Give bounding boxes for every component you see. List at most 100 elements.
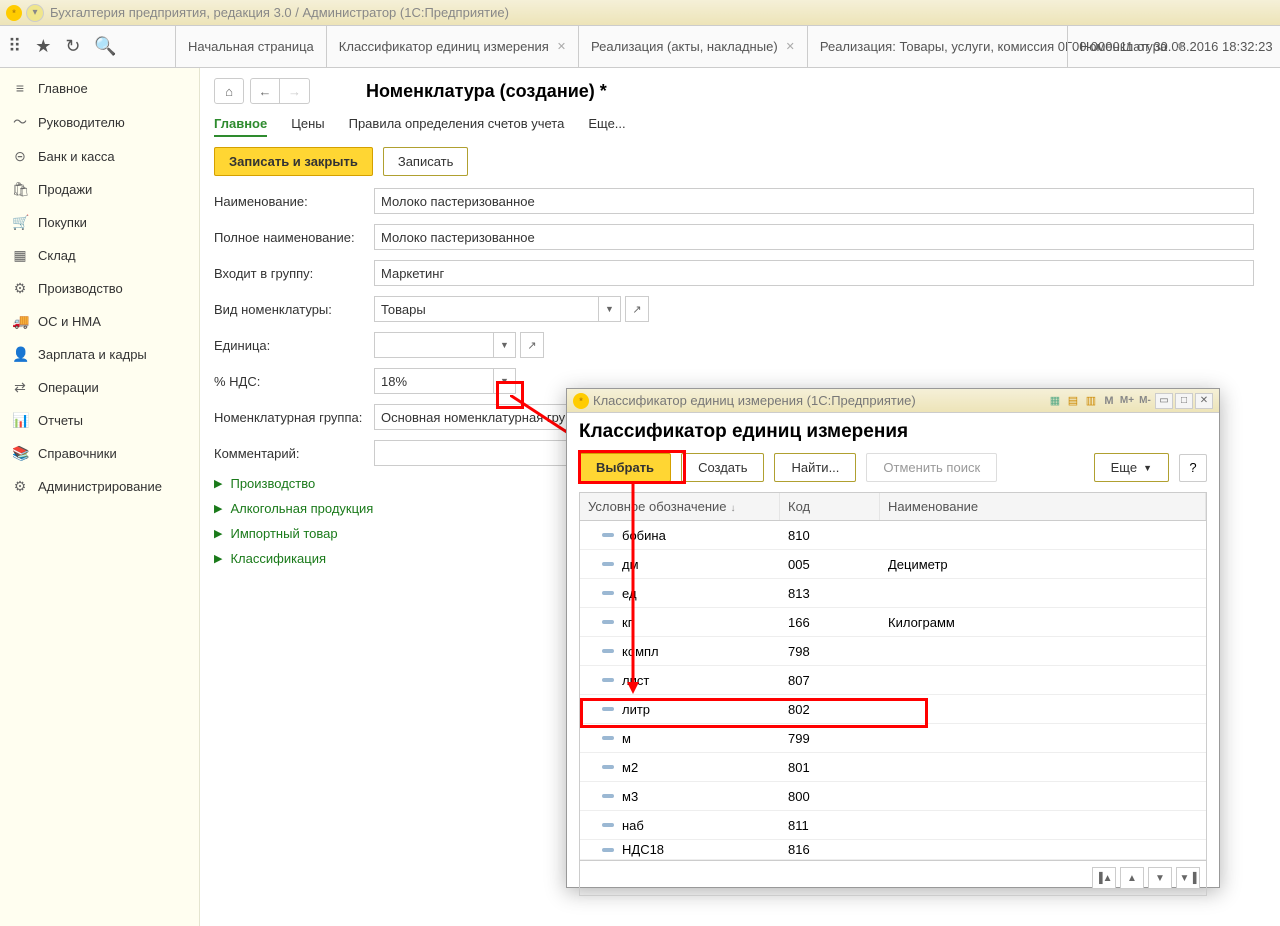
unit-symbol: наб	[622, 818, 644, 833]
tab-prices[interactable]: Цены	[291, 112, 324, 137]
col-symbol[interactable]: Условное обозначение↓	[580, 493, 780, 520]
table-row[interactable]: м2801	[580, 753, 1206, 782]
sidebar-icon: ⇄	[12, 379, 28, 396]
sidebar-item-4[interactable]: 🛒Покупки	[0, 206, 199, 239]
type-dropdown[interactable]: ▼	[599, 296, 621, 322]
calc-icon[interactable]: ▦	[1047, 393, 1063, 409]
first-button[interactable]: ▐▲	[1092, 867, 1116, 889]
item-icon	[602, 533, 614, 537]
calendar-icon[interactable]: ▤	[1065, 393, 1081, 409]
sidebar-item-12[interactable]: ⚙Администрирование	[0, 470, 199, 503]
sidebar-item-1[interactable]: 〜Руководителю	[0, 104, 199, 140]
sidebar-item-6[interactable]: ⚙Производство	[0, 272, 199, 305]
save-close-button[interactable]: Записать и закрыть	[214, 147, 373, 176]
table-row[interactable]: кг166Килограмм	[580, 608, 1206, 637]
item-icon	[602, 823, 614, 827]
back-button[interactable]: ←	[250, 78, 280, 104]
unit-code: 810	[780, 528, 880, 543]
table-row[interactable]: м3800	[580, 782, 1206, 811]
annotation-unit-highlight	[496, 381, 524, 409]
type-open-button[interactable]: ↗	[625, 296, 649, 322]
table-row[interactable]: бобина810	[580, 521, 1206, 550]
sidebar-item-5[interactable]: ▦Склад	[0, 239, 199, 272]
history-icon[interactable]: ↻	[65, 36, 80, 57]
maximize-icon[interactable]: □	[1175, 393, 1193, 409]
star-icon[interactable]: ★	[35, 36, 51, 57]
tab-more[interactable]: Еще...	[588, 112, 625, 137]
tab-1[interactable]: Классификатор единиц измерения✕	[326, 26, 578, 67]
tab-4[interactable]: Номенклатура✕	[1067, 26, 1196, 67]
tab-3[interactable]: Реализация: Товары, услуги, комиссия 0Г0…	[807, 26, 1067, 67]
close-icon[interactable]: ✕	[1175, 40, 1184, 53]
close-icon[interactable]: ✕	[557, 40, 566, 53]
close-icon[interactable]: ✕	[786, 40, 795, 53]
date-icon[interactable]: ▥	[1083, 393, 1099, 409]
dialog-title: Классификатор единиц измерения (1С:Предп…	[593, 393, 916, 408]
help-button[interactable]: ?	[1179, 454, 1207, 482]
table-row[interactable]: лист807	[580, 666, 1206, 695]
cancel-search-button[interactable]: Отменить поиск	[866, 453, 997, 482]
dialog-heading: Классификатор единиц измерения	[579, 421, 1207, 443]
home-button[interactable]: ⌂	[214, 78, 244, 104]
m-icon[interactable]: M	[1101, 393, 1117, 409]
minimize-icon[interactable]: ▭	[1155, 393, 1173, 409]
comment-label: Комментарий:	[214, 446, 374, 461]
tab-2[interactable]: Реализация (акты, накладные)✕	[578, 26, 807, 67]
sidebar-item-9[interactable]: ⇄Операции	[0, 371, 199, 404]
vat-input[interactable]: 18%	[374, 368, 494, 394]
search-icon[interactable]: 🔍	[94, 36, 116, 57]
sidebar-item-8[interactable]: 👤Зарплата и кадры	[0, 338, 199, 371]
more-button[interactable]: Еще▼	[1094, 453, 1169, 482]
sidebar-item-0[interactable]: ≡Главное	[0, 72, 199, 104]
fullname-input[interactable]: Молоко пастеризованное	[374, 224, 1254, 250]
table-row[interactable]: ед813	[580, 579, 1206, 608]
expander-label: Импортный товар	[230, 526, 337, 541]
forward-button[interactable]: →	[280, 78, 310, 104]
sidebar-label: Администрирование	[38, 479, 162, 494]
unit-label: Единица:	[214, 338, 374, 353]
save-button[interactable]: Записать	[383, 147, 469, 176]
window-title: Бухгалтерия предприятия, редакция 3.0 / …	[50, 5, 509, 20]
unit-open-button[interactable]: ↗	[520, 332, 544, 358]
dropdown-icon[interactable]: ▾	[26, 4, 44, 22]
down-button[interactable]: ▼	[1148, 867, 1172, 889]
table-row[interactable]: НДС18816	[580, 840, 1206, 860]
unit-symbol: м3	[622, 789, 638, 804]
sidebar-item-3[interactable]: 🛍Продажи	[0, 173, 199, 206]
col-name[interactable]: Наименование	[880, 493, 1206, 520]
annotation-select-highlight	[578, 450, 686, 484]
sidebar-label: Отчеты	[38, 413, 83, 428]
table-row[interactable]: компл798	[580, 637, 1206, 666]
find-button[interactable]: Найти...	[774, 453, 856, 482]
unit-dropdown[interactable]: ▼	[494, 332, 516, 358]
create-button[interactable]: Создать	[681, 453, 764, 482]
m-plus-icon[interactable]: M+	[1119, 393, 1135, 409]
type-input[interactable]: Товары	[374, 296, 599, 322]
name-label: Наименование:	[214, 194, 374, 209]
tab-0[interactable]: Начальная страница	[175, 26, 326, 67]
tab-main[interactable]: Главное	[214, 112, 267, 137]
unit-code: 816	[780, 842, 880, 857]
sidebar-item-7[interactable]: 🚚ОС и НМА	[0, 305, 199, 338]
sidebar-item-2[interactable]: ⊝Банк и касса	[0, 140, 199, 173]
name-input[interactable]: Молоко пастеризованное	[374, 188, 1254, 214]
sidebar-item-10[interactable]: 📊Отчеты	[0, 404, 199, 437]
table-row[interactable]: дм005Дециметр	[580, 550, 1206, 579]
m-minus-icon[interactable]: M-	[1137, 393, 1153, 409]
sidebar-icon: 🚚	[12, 313, 28, 330]
group-input[interactable]: Маркетинг	[374, 260, 1254, 286]
sidebar-label: Справочники	[38, 446, 117, 461]
table-row[interactable]: м799	[580, 724, 1206, 753]
sidebar-label: Продажи	[38, 182, 92, 197]
apps-icon[interactable]: ⠿	[8, 36, 21, 57]
unit-name: Дециметр	[880, 557, 1206, 572]
col-code[interactable]: Код	[780, 493, 880, 520]
unit-symbol: м	[622, 731, 631, 746]
table-row[interactable]: наб811	[580, 811, 1206, 840]
last-button[interactable]: ▼▐	[1176, 867, 1200, 889]
sidebar-item-11[interactable]: 📚Справочники	[0, 437, 199, 470]
close-icon[interactable]: ✕	[1195, 393, 1213, 409]
tab-rules[interactable]: Правила определения счетов учета	[349, 112, 565, 137]
unit-input[interactable]	[374, 332, 494, 358]
up-button[interactable]: ▲	[1120, 867, 1144, 889]
